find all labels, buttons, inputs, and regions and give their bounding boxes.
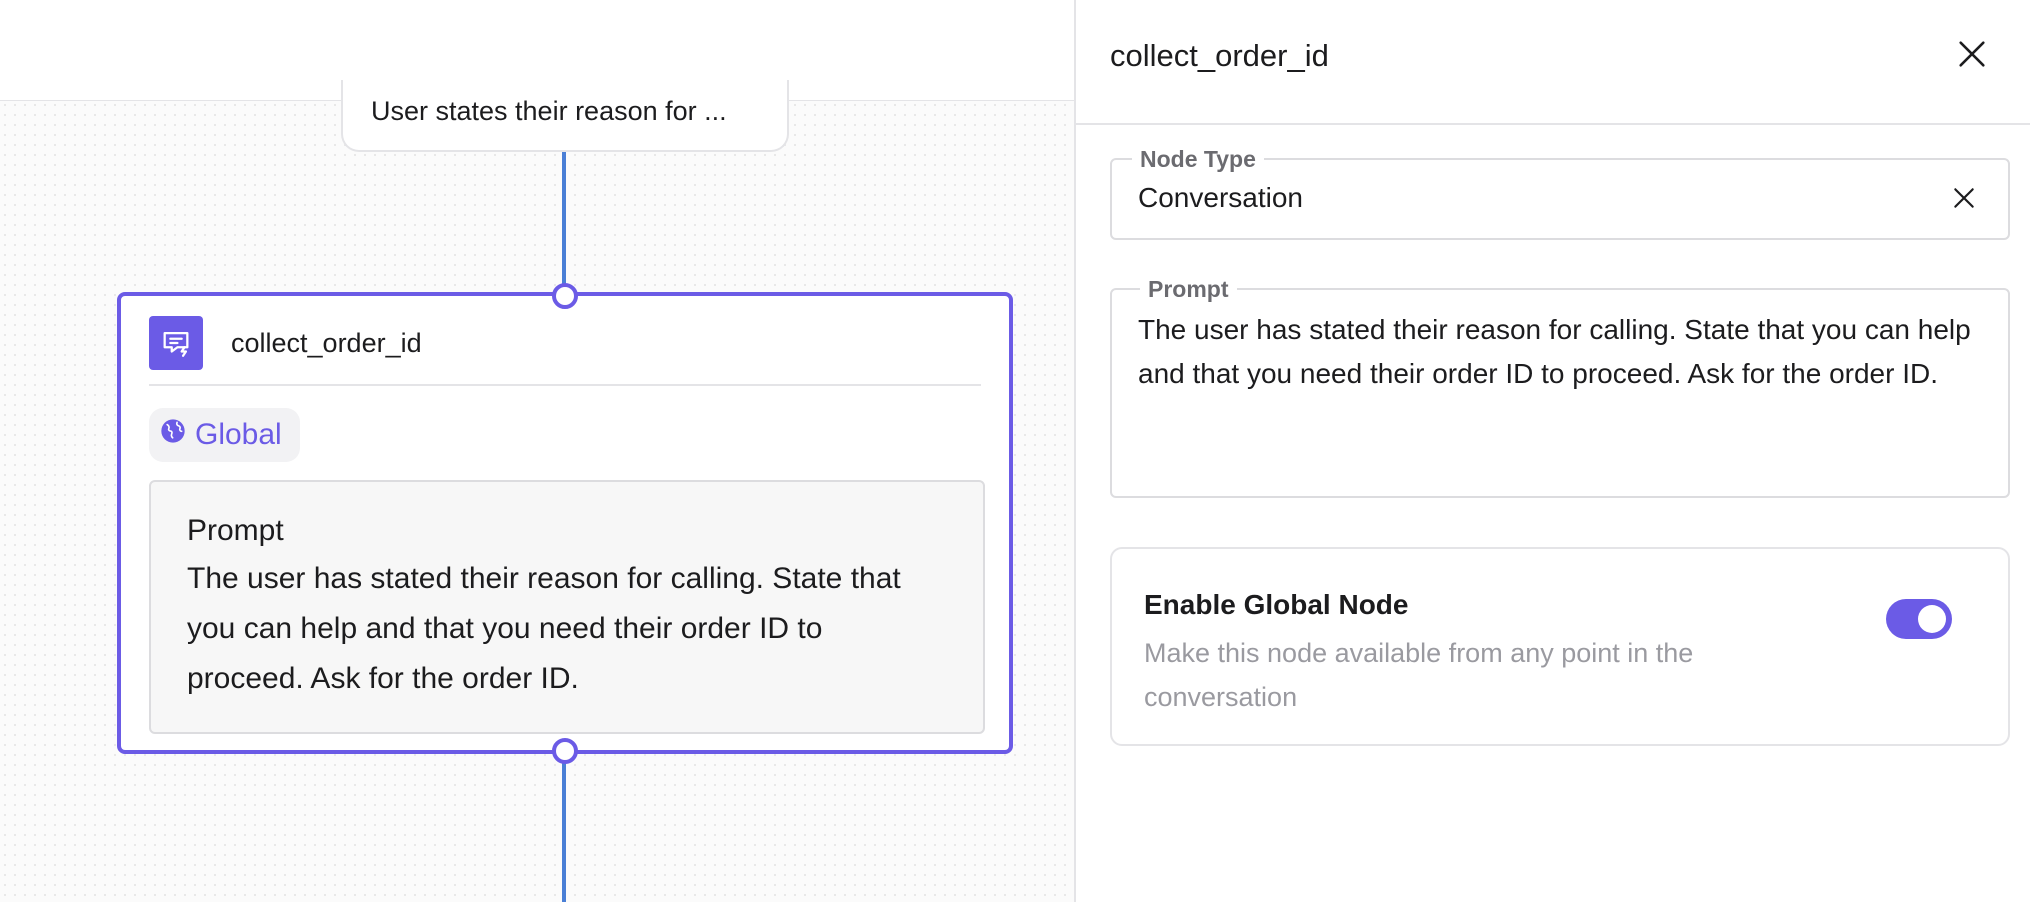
node-header: collect_order_id bbox=[149, 316, 981, 386]
node-prompt-box: Prompt The user has stated their reason … bbox=[149, 480, 985, 734]
prompt-field-value[interactable]: The user has stated their reason for cal… bbox=[1138, 308, 1978, 396]
node-title: collect_order_id bbox=[231, 328, 422, 358]
globe-icon bbox=[159, 417, 187, 453]
previous-node-label: User states their reason for ... bbox=[371, 96, 727, 126]
edge-incoming bbox=[562, 146, 566, 287]
selected-node-collect-order-id[interactable]: collect_order_id Global Prompt The user … bbox=[117, 292, 1013, 754]
node-prompt-label: Prompt bbox=[187, 514, 284, 547]
node-type-label: Node Type bbox=[1132, 146, 1264, 173]
enable-global-node-card: Enable Global Node Make this node availa… bbox=[1110, 547, 2010, 746]
node-output-handle[interactable] bbox=[552, 738, 578, 764]
toggle-knob bbox=[1918, 605, 1946, 633]
close-icon bbox=[1951, 185, 1977, 216]
node-settings-panel: collect_order_id Node Type Conversation … bbox=[1074, 0, 2030, 902]
node-input-handle[interactable] bbox=[552, 283, 578, 309]
edge-outgoing bbox=[562, 759, 566, 902]
panel-title: collect_order_id bbox=[1110, 38, 1329, 73]
flow-canvas[interactable]: User states their reason for ... collect… bbox=[0, 0, 1074, 902]
enable-global-node-description: Make this node available from any point … bbox=[1144, 638, 1694, 712]
previous-node[interactable]: User states their reason for ... bbox=[341, 80, 789, 152]
global-badge-label: Global bbox=[195, 418, 282, 451]
enable-global-node-title: Enable Global Node bbox=[1144, 589, 1409, 620]
close-icon bbox=[1955, 37, 1989, 76]
prompt-textarea[interactable]: Prompt The user has stated their reason … bbox=[1110, 276, 2010, 498]
panel-header: collect_order_id bbox=[1076, 0, 2030, 125]
prompt-field-label: Prompt bbox=[1140, 276, 1237, 303]
node-prompt-text: The user has stated their reason for cal… bbox=[187, 562, 901, 695]
message-bolt-icon bbox=[149, 316, 203, 370]
global-badge: Global bbox=[149, 408, 300, 462]
close-panel-button[interactable] bbox=[1952, 36, 1992, 76]
enable-global-node-toggle[interactable] bbox=[1886, 599, 1952, 639]
node-type-select[interactable]: Node Type Conversation bbox=[1110, 146, 2010, 240]
node-type-value: Conversation bbox=[1138, 182, 1303, 213]
clear-node-type-button[interactable] bbox=[1948, 184, 1980, 216]
